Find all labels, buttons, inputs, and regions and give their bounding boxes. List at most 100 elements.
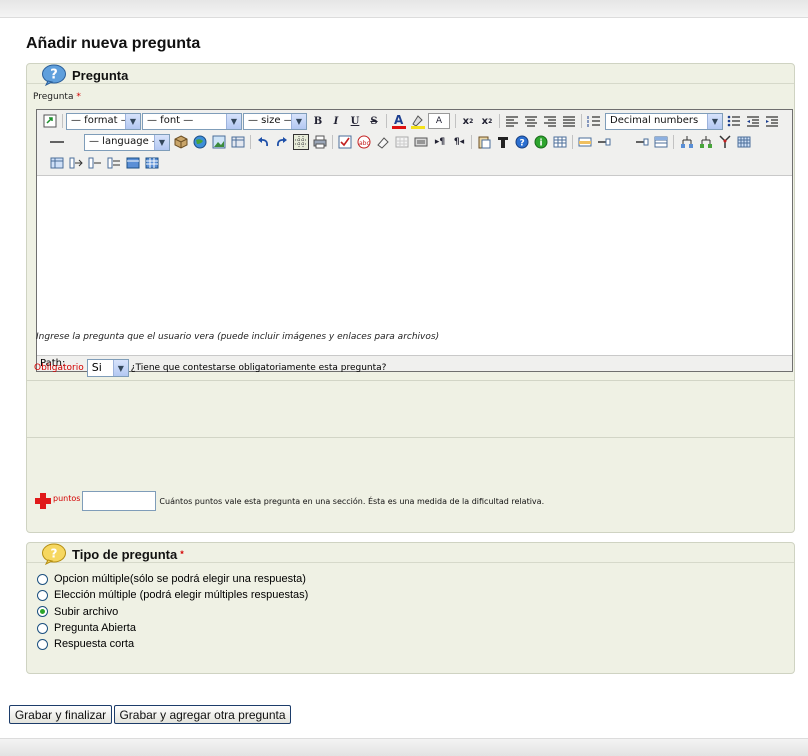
highlight-color-icon[interactable] [410, 113, 426, 129]
paste-word-icon[interactable] [495, 134, 511, 150]
toolbar-separator [386, 114, 387, 128]
row-props-icon[interactable] [577, 134, 593, 150]
list-style-value: Decimal numbers [610, 115, 699, 126]
pregunta-fieldset: ? Pregunta Pregunta * — format — ▼ — fon… [26, 63, 795, 533]
tipo-legend-text: Tipo de pregunta [72, 546, 178, 562]
anchor-icon[interactable] [42, 113, 58, 129]
spellcheck-icon[interactable] [337, 134, 353, 150]
pregunta-field-label: Pregunta * [33, 92, 81, 102]
text-color-icon[interactable]: A [391, 113, 407, 129]
grid-icon[interactable] [736, 134, 752, 150]
radio-button[interactable] [37, 638, 48, 650]
radio-option-subir-archivo[interactable]: Subir archivo [37, 604, 308, 620]
pregunta-legend-text: Pregunta [72, 67, 129, 83]
radio-button[interactable] [37, 589, 48, 601]
insert-row-icon[interactable] [596, 134, 612, 150]
image-icon[interactable] [211, 134, 227, 150]
fork-icon[interactable] [717, 134, 733, 150]
language-select[interactable]: — language — ▼ [84, 134, 170, 151]
editor-content-area[interactable] [37, 177, 792, 354]
svg-text:A: A [394, 113, 404, 127]
radio-button-checked[interactable] [37, 606, 48, 618]
paste-icon[interactable] [476, 134, 492, 150]
radio-button[interactable] [37, 573, 48, 585]
rtl-icon[interactable]: ¶◂ [451, 134, 467, 150]
format-select-value: — format — [71, 115, 131, 126]
save-add-another-button[interactable]: Grabar y agregar otra pregunta [114, 705, 291, 724]
radio-button[interactable] [37, 622, 48, 634]
table-light-icon[interactable] [394, 134, 410, 150]
cell-props-icon[interactable] [653, 134, 669, 150]
keyboard-icon[interactable] [413, 134, 429, 150]
toolbar-row-1: — format — ▼ — font — ▼ — size — ▼ B I U… [37, 111, 792, 131]
font-style-icon[interactable]: A [428, 113, 450, 129]
required-mark: * [76, 92, 81, 102]
redo-icon[interactable] [274, 134, 290, 150]
toolbar-separator [471, 135, 472, 149]
print-icon[interactable] [312, 134, 328, 150]
save-finish-button[interactable]: Grabar y finalizar [9, 705, 112, 724]
merge-cells-icon[interactable] [634, 134, 650, 150]
strikethrough-button[interactable]: S [366, 113, 382, 129]
toolbar-separator [62, 114, 63, 128]
puntos-description: Cuántos puntos vale esta pregunta en una… [159, 496, 545, 506]
subscript-icon[interactable]: x2 [460, 113, 476, 129]
radio-label: Elección múltiple (podrá elegir múltiple… [54, 589, 309, 602]
svg-text:abc: abc [359, 140, 370, 147]
toolbar-separator [572, 135, 573, 149]
toolbar-separator [332, 135, 333, 149]
puntos-input[interactable] [82, 491, 157, 511]
ltr-icon[interactable]: ▸¶ [432, 134, 448, 150]
split-tree-icon[interactable] [698, 134, 714, 150]
toolbar-separator [581, 114, 582, 128]
align-left-icon[interactable] [504, 113, 520, 129]
align-center-icon[interactable] [523, 113, 539, 129]
obligatorio-row: Obligatorio Si ▼ ¿Tiene que contestarse … [34, 358, 386, 378]
pregunta-hint: Ingrese la pregunta que el usuario vera … [36, 332, 440, 342]
italic-button[interactable]: I [328, 113, 344, 129]
chevron-down-icon: ▼ [226, 114, 241, 129]
info-icon[interactable]: i [533, 134, 549, 150]
list-style-select[interactable]: Decimal numbers ▼ [605, 113, 723, 130]
format-select[interactable]: — format — ▼ [66, 113, 141, 130]
spellcheck-abc-icon[interactable]: abc [356, 134, 372, 150]
layer-tree-icon[interactable] [679, 134, 695, 150]
radio-option-pregunta-abierta[interactable]: Pregunta Abierta [37, 620, 308, 636]
radio-option-eleccion-multiple[interactable]: Elección múltiple (podrá elegir múltiple… [37, 587, 308, 603]
radio-label: Subir archivo [54, 605, 119, 618]
table-insert-col-icon[interactable] [49, 155, 65, 171]
outdent-icon[interactable] [745, 113, 761, 129]
bold-button[interactable]: B [310, 113, 326, 129]
visual-aid-icon[interactable] [293, 134, 309, 150]
radio-option-opcion-multiple[interactable]: Opcion múltiple(sólo se podrá elegir una… [37, 571, 308, 587]
toolbar-row-2: — language — ▼ abc ▸¶ ¶◂ ? i [37, 132, 792, 152]
eraser-icon[interactable] [375, 134, 391, 150]
align-right-icon[interactable] [542, 113, 558, 129]
globe-link-icon[interactable] [192, 134, 208, 150]
align-justify-icon[interactable] [561, 113, 577, 129]
size-select[interactable]: — size — ▼ [243, 113, 307, 130]
media-icon[interactable] [230, 134, 246, 150]
col-before-icon[interactable] [68, 155, 84, 171]
undo-icon[interactable] [255, 134, 271, 150]
font-select[interactable]: — font — ▼ [142, 113, 242, 130]
help-icon[interactable]: ? [514, 134, 530, 150]
cube-icon[interactable] [173, 134, 189, 150]
numbered-list-icon[interactable] [586, 113, 602, 129]
radio-option-respuesta-corta[interactable]: Respuesta corta [37, 636, 308, 652]
insert-table-icon[interactable] [552, 134, 568, 150]
section-divider [27, 437, 794, 438]
table-grid-icon[interactable] [144, 155, 160, 171]
horizontal-rule-icon[interactable] [49, 134, 65, 150]
obligatorio-select[interactable]: Si ▼ [86, 359, 129, 377]
pregunta-label-text: Pregunta [33, 92, 74, 102]
chevron-down-icon: ▼ [112, 360, 128, 376]
bullet-list-icon[interactable] [726, 113, 742, 129]
col-after-icon[interactable] [87, 155, 103, 171]
radio-label: Respuesta corta [54, 638, 135, 651]
delete-col-icon[interactable] [106, 155, 122, 171]
superscript-icon[interactable]: x2 [479, 113, 495, 129]
split-cell-icon[interactable] [125, 155, 141, 171]
indent-icon[interactable] [764, 113, 780, 129]
underline-button[interactable]: U [347, 113, 363, 129]
